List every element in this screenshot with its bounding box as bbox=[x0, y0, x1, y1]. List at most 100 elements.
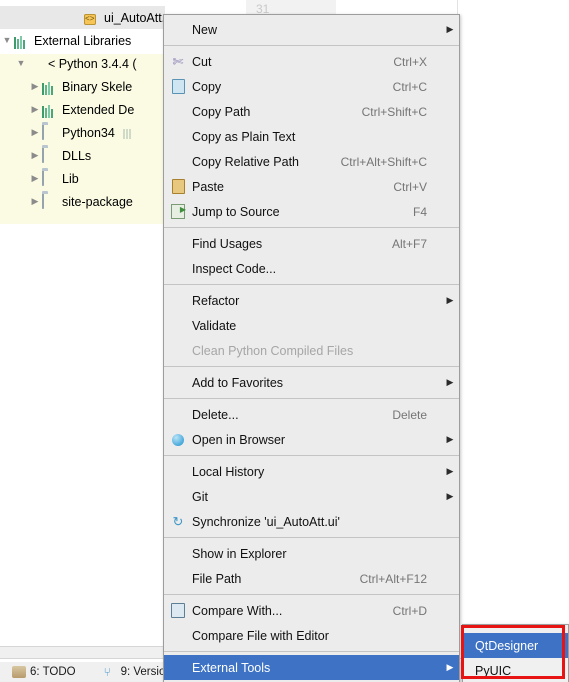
menu-item-icon bbox=[164, 17, 192, 42]
menu-item[interactable]: File Path Ctrl+Alt+F12 bbox=[164, 566, 459, 591]
menu-item-shortcut: Ctrl+V bbox=[393, 179, 427, 194]
menu-item[interactable]: Refactor ▶ bbox=[164, 288, 459, 313]
tree-indent: ▶ bbox=[0, 174, 14, 183]
menu-item[interactable]: Copy Ctrl+C bbox=[164, 74, 459, 99]
library-icon bbox=[42, 81, 58, 95]
menu-item[interactable]: New ▶ bbox=[164, 17, 459, 42]
menu-item-shortcut: Delete bbox=[392, 407, 427, 422]
menu-item-icon bbox=[164, 402, 192, 427]
menu-item[interactable]: Delete... Delete bbox=[164, 402, 459, 427]
menu-item-label: Copy Relative Path bbox=[192, 154, 300, 169]
chevron-right-icon[interactable]: ▶ bbox=[28, 174, 42, 183]
menu-item[interactable]: Show in Explorer bbox=[164, 541, 459, 566]
menu-item[interactable]: Copy Path Ctrl+Shift+C bbox=[164, 99, 459, 124]
compare-icon bbox=[171, 603, 185, 618]
menu-item-label: Clean Python Compiled Files bbox=[192, 343, 354, 358]
menu-item-icon bbox=[164, 174, 192, 199]
menu-item-icon bbox=[164, 541, 192, 566]
submenu-item[interactable]: QtDesigner bbox=[463, 633, 568, 658]
menu-separator bbox=[164, 455, 459, 456]
ui-file-icon: <> bbox=[84, 13, 96, 25]
menu-item-label: Compare File with Editor bbox=[192, 628, 329, 643]
library-icon bbox=[14, 35, 30, 49]
menu-item-shortcut: Alt+F7 bbox=[391, 236, 427, 251]
menu-item[interactable]: Local History ▶ bbox=[164, 459, 459, 484]
tree-indent: ▶ bbox=[42, 13, 56, 22]
tree-row[interactable]: ▶▶▶site-package bbox=[0, 190, 165, 213]
menu-item-label: Show in Explorer bbox=[192, 546, 287, 561]
chevron-right-icon[interactable]: ▶ bbox=[28, 105, 42, 114]
tree-item-label: site-package bbox=[62, 194, 133, 209]
tree-indent: ▶ bbox=[0, 59, 14, 68]
menu-item-shortcut: Ctrl+Alt+F12 bbox=[359, 571, 427, 586]
chevron-right-icon[interactable]: ▶ bbox=[28, 151, 42, 160]
ide-window: 31 ▶▶▶▶▶▶<>ui_AutoAtt.ui▼External Librar… bbox=[0, 0, 569, 682]
menu-item-label: New bbox=[192, 22, 218, 37]
menu-item[interactable]: Inspect Code... bbox=[164, 256, 459, 281]
project-tree-panel[interactable]: ▶▶▶▶▶▶<>ui_AutoAtt.ui▼External Libraries… bbox=[0, 0, 165, 646]
menu-item-label: Local History bbox=[192, 464, 265, 479]
chevron-right-icon[interactable]: ▶ bbox=[28, 128, 42, 137]
tree-row[interactable]: ▶▶▶Python34 bbox=[0, 121, 165, 144]
submenu-item-label: PyUIC bbox=[475, 663, 512, 678]
menu-item[interactable]: Copy as Plain Text bbox=[164, 124, 459, 149]
menu-item[interactable]: External Tools ▶ bbox=[164, 655, 459, 680]
menu-item[interactable]: Compare With... Ctrl+D bbox=[164, 598, 459, 623]
tree-indent: ▶ bbox=[14, 13, 28, 22]
tree-item-icon bbox=[42, 192, 58, 210]
chevron-right-icon[interactable]: ▶ bbox=[28, 197, 42, 206]
menu-item[interactable]: Validate bbox=[164, 313, 459, 338]
menu-item[interactable]: Open in Browser ▶ bbox=[164, 427, 459, 452]
menu-item-label: File Path bbox=[192, 571, 242, 586]
tree-item-icon bbox=[14, 33, 30, 49]
menu-item[interactable]: Git ▶ bbox=[164, 484, 459, 509]
menu-item[interactable]: ✄ Cut Ctrl+X bbox=[164, 49, 459, 74]
menu-item-icon bbox=[164, 566, 192, 591]
status-vcs-label: 9: Versio bbox=[120, 666, 166, 678]
tree-indent: ▶ bbox=[0, 105, 14, 114]
tree-item-label: DLLs bbox=[62, 148, 92, 163]
menu-item-icon bbox=[164, 99, 192, 124]
menu-item[interactable]: ↻ Synchronize 'ui_AutoAtt.ui' bbox=[164, 509, 459, 534]
folder-icon bbox=[42, 169, 44, 186]
menu-item[interactable]: Jump to Source F4 bbox=[164, 199, 459, 224]
chevron-right-icon[interactable]: ▶ bbox=[28, 82, 42, 91]
status-todo-label: 6: TODO bbox=[30, 666, 76, 678]
chevron-down-icon[interactable]: ▼ bbox=[14, 59, 28, 68]
menu-item[interactable]: Add to Favorites ▶ bbox=[164, 370, 459, 395]
browser-icon bbox=[172, 433, 184, 446]
tree-row[interactable]: ▶▶▶Lib bbox=[0, 167, 165, 190]
menu-item[interactable]: Copy Relative Path Ctrl+Alt+Shift+C bbox=[164, 149, 459, 174]
menu-item[interactable]: Paste Ctrl+V bbox=[164, 174, 459, 199]
menu-item-icon bbox=[164, 124, 192, 149]
tree-row[interactable]: ▶▶▶Extended De bbox=[0, 98, 165, 121]
menu-item[interactable]: Find Usages Alt+F7 bbox=[164, 231, 459, 256]
chevron-down-icon[interactable]: ▼ bbox=[0, 36, 14, 45]
status-version-control[interactable]: ⑂ 9: Versio bbox=[104, 666, 166, 679]
tree-item-icon: <> bbox=[84, 10, 100, 26]
tree-item-label: Extended De bbox=[62, 102, 135, 117]
menu-item-label: Synchronize 'ui_AutoAtt.ui' bbox=[192, 514, 340, 529]
tree-row[interactable]: ▶▼ < Python 3.4.4 ( bbox=[0, 52, 165, 75]
menu-item: Clean Python Compiled Files bbox=[164, 338, 459, 363]
menu-item[interactable]: Compare File with Editor bbox=[164, 623, 459, 648]
context-menu[interactable]: New ▶ ✄ Cut Ctrl+X Copy Ctrl+C Copy Path Ctrl+Sh… bbox=[163, 14, 460, 682]
tree-row[interactable]: ▼ External Libraries bbox=[0, 29, 165, 52]
menu-item-label: Cut bbox=[192, 54, 212, 69]
tree-row[interactable]: ▶▶▶DLLs bbox=[0, 144, 165, 167]
tree-row[interactable]: ▶▶▶Binary Skele bbox=[0, 75, 165, 98]
menu-item-icon bbox=[164, 288, 192, 313]
menu-item-shortcut: Ctrl+Shift+C bbox=[361, 104, 427, 119]
tree-indent: ▶ bbox=[14, 82, 28, 91]
tree-indent: ▶ bbox=[28, 13, 42, 22]
menu-item-icon bbox=[164, 459, 192, 484]
paste-icon bbox=[171, 179, 185, 194]
submenu-arrow-icon: ▶ bbox=[446, 662, 454, 672]
external-tools-submenu[interactable]: QtDesigner PyUIC bbox=[462, 624, 569, 682]
submenu-arrow-icon: ▶ bbox=[446, 295, 454, 305]
copy-icon bbox=[171, 79, 185, 94]
submenu-item[interactable]: PyUIC bbox=[463, 658, 568, 682]
status-todo[interactable]: 6: TODO bbox=[12, 666, 76, 678]
menu-separator bbox=[164, 537, 459, 538]
tree-row[interactable]: ▶▶▶▶▶▶<>ui_AutoAtt.ui bbox=[0, 6, 165, 29]
